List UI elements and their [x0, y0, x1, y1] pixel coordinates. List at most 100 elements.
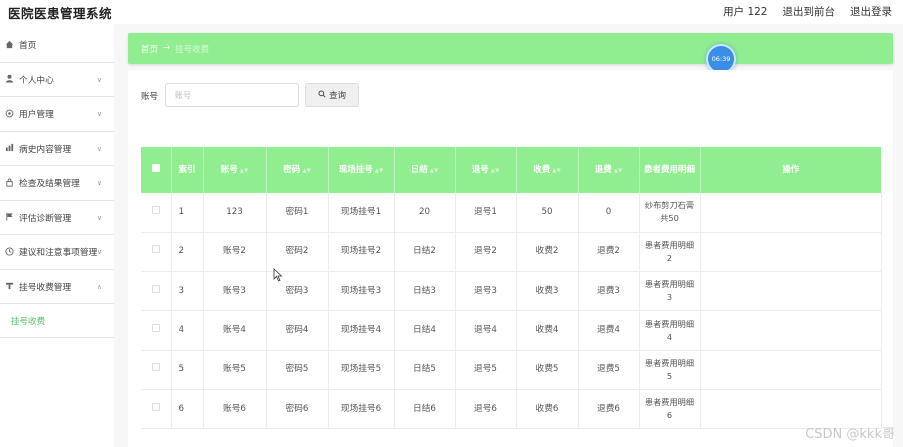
cell-refund: 退费3: [578, 271, 640, 312]
checkbox[interactable]: [151, 284, 160, 293]
front-link[interactable]: 退出到前台: [783, 4, 836, 19]
sidebar-item-label: 病史内容管理: [19, 144, 72, 155]
table-row[interactable]: 5 账号5 密码5 现场挂号5 日结5 退号5 收费5 退费5 患者费用明细5: [141, 350, 882, 390]
header-password[interactable]: 密码 ▲▼: [266, 147, 329, 193]
row-checkbox-cell[interactable]: [141, 310, 172, 351]
cell-account: 账号2: [203, 232, 267, 273]
header-account[interactable]: 账号 ▲▼: [203, 147, 267, 193]
logout-link[interactable]: 退出登录: [850, 4, 892, 19]
chevron-up-icon: ∧: [96, 282, 102, 291]
header-daily-settle[interactable]: 日结 ▲▼: [394, 147, 456, 193]
breadcrumb-arrow: →: [163, 43, 171, 53]
sidebar-item-label: 挂号收费管理: [19, 282, 72, 293]
row-checkbox-cell[interactable]: [141, 389, 172, 430]
row-checkbox-cell[interactable]: [141, 193, 172, 233]
watermark: CSDN @kkk哥: [805, 427, 895, 442]
sort-icon[interactable]: ▲▼: [430, 168, 438, 174]
table-row[interactable]: 3 账号3 密码3 现场挂号3 日结3 退号3 收费3 退费3 患者费用明细3: [141, 271, 882, 312]
sidebar-item-history[interactable]: 病史内容管理 ∨: [0, 132, 114, 166]
cell-fee: 收费3: [516, 271, 579, 312]
search-button[interactable]: 查询: [305, 83, 359, 107]
sidebar-item-billing[interactable]: 挂号收费管理 ∧: [0, 270, 114, 304]
cell-password: 密码2: [266, 232, 329, 273]
sidebar-item-advice[interactable]: 建议和注意事项管理 ∨: [0, 235, 114, 270]
sort-icon[interactable]: ▲▼: [302, 168, 310, 174]
cell-account: 账号6: [203, 389, 267, 430]
cell-detail: 患者费用明细3: [639, 271, 701, 312]
row-checkbox-cell[interactable]: [141, 350, 172, 390]
sidebar-item-label: 个人中心: [19, 75, 54, 86]
chart-icon: [4, 143, 14, 153]
chevron-down-icon: ∨: [96, 75, 102, 84]
header-password-label: 密码: [283, 164, 301, 175]
checkbox[interactable]: [151, 402, 160, 411]
chevron-down-icon: ∨: [96, 110, 102, 118]
header-index-label: 索引: [178, 165, 196, 175]
home-icon: [4, 40, 14, 50]
table-row[interactable]: 1 123 密码1 现场挂号1 20 退号1 50 0 纱布剪刀石膏共50: [141, 193, 882, 233]
cell-index: 5: [171, 350, 204, 390]
cell-reg-number: 退号6: [455, 389, 517, 430]
sort-icon[interactable]: ▲▼: [491, 168, 499, 174]
sidebar-item-diagnosis[interactable]: 评估诊断管理 ∨: [0, 201, 114, 235]
cell-scene-reg: 现场挂号6: [328, 389, 395, 430]
sidebar-item-home[interactable]: 首页: [0, 28, 114, 63]
sidebar-item-label: 用户管理: [19, 110, 54, 121]
cell-reg-number: 退号1: [455, 193, 517, 233]
cell-detail: 纱布剪刀石膏共50: [639, 193, 701, 233]
cell-fee: 收费2: [516, 232, 579, 273]
checkbox[interactable]: [151, 164, 160, 172]
search-label: 账号: [141, 92, 159, 102]
checkbox[interactable]: [151, 324, 160, 333]
cell-account: 账号3: [203, 271, 267, 312]
flag-icon: [4, 212, 14, 222]
sort-icon[interactable]: ▲▼: [552, 168, 560, 174]
header-scene-reg[interactable]: 现场挂号 ▲▼: [328, 147, 395, 193]
header-detail: 患者费用明细: [639, 147, 701, 193]
cell-detail: 患者费用明细2: [639, 232, 701, 273]
breadcrumb-home[interactable]: 首页: [141, 43, 158, 55]
search-button-label: 查询: [328, 91, 346, 101]
header-daily-settle-label: 日结: [410, 164, 428, 175]
chevron-down-icon: ∨: [96, 144, 102, 153]
sidebar-item-exams[interactable]: 检查及结果管理 ∨: [0, 166, 114, 201]
sort-icon[interactable]: ▲▼: [375, 168, 383, 174]
cell-scene-reg: 现场挂号4: [328, 310, 395, 351]
cell-reg-number: 退号2: [455, 232, 517, 273]
cell-fee: 收费4: [516, 310, 579, 351]
row-checkbox-cell[interactable]: [141, 271, 172, 312]
sort-icon[interactable]: ▲▼: [614, 168, 622, 174]
checkbox[interactable]: [151, 245, 160, 254]
breadcrumb-current: 挂号收费: [175, 45, 210, 55]
person-icon: [4, 74, 14, 84]
header-fee[interactable]: 收费 ▲▼: [516, 147, 579, 193]
chevron-down-icon: ∨: [96, 213, 102, 222]
checkbox[interactable]: [151, 205, 160, 214]
cell-scene-reg: 现场挂号1: [328, 193, 395, 233]
table-row[interactable]: 6 账号6 密码6 现场挂号6 日结6 退号6 收费6 退费6 患者费用明细6: [141, 389, 882, 430]
cell-daily-settle: 日结2: [394, 232, 456, 273]
checkbox[interactable]: [151, 363, 160, 372]
sidebar-item-profile[interactable]: 个人中心 ∨: [0, 63, 114, 97]
breadcrumb-bar: 首页 → 挂号收费: [128, 33, 893, 64]
cell-index: 1: [171, 193, 204, 233]
cell-index: 3: [171, 271, 204, 312]
cell-detail: 患者费用明细6: [639, 389, 701, 430]
header-refund[interactable]: 退费 ▲▼: [578, 147, 640, 193]
search-input[interactable]: [165, 83, 299, 107]
sidebar-item-users[interactable]: 用户管理 ∨: [0, 97, 114, 132]
table-header-row: 索引 账号 ▲▼ 密码 ▲▼ 现场挂号 ▲▼ 日结 ▲▼ 退号 ▲▼ 收费 ▲▼ 退费 ▲▼ …: [141, 147, 881, 193]
select-all-checkbox[interactable]: [141, 147, 172, 193]
sidebar-subitem-registration-fee[interactable]: 挂号收费: [0, 304, 114, 338]
cell-refund: 0: [578, 193, 640, 233]
cell-actions: [700, 193, 882, 233]
sort-icon[interactable]: ▲▼: [240, 168, 248, 174]
table-row[interactable]: 2 账号2 密码2 现场挂号2 日结2 退号2 收费2 退费2 患者费用明细2: [141, 232, 882, 273]
table-row[interactable]: 4 账号4 密码4 现场挂号4 日结4 退号4 收费4 退费4 患者费用明细4: [141, 310, 882, 351]
cell-account: 账号5: [203, 350, 267, 390]
sidebar-item-label: 评估诊断管理: [19, 213, 72, 224]
header-reg-number[interactable]: 退号 ▲▼: [455, 147, 517, 193]
chevron-down-icon: ∨: [96, 248, 102, 256]
cell-scene-reg: 现场挂号5: [328, 350, 395, 390]
row-checkbox-cell[interactable]: [141, 232, 172, 273]
